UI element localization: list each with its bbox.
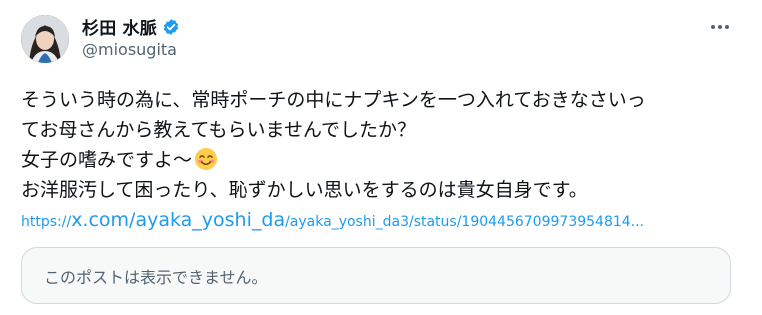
unavailable-message: このポストは表示できません。: [44, 268, 268, 287]
link-path[interactable]: /ayaka_yoshi_da3/status/1904456709973954…: [285, 214, 644, 230]
profile-photo-icon: [21, 15, 69, 63]
tweet-link[interactable]: https://x.com/ayaka_yoshi_da/ayaka_yoshi…: [21, 209, 644, 231]
tweet-line: そういう時の為に、常時ポーチの中にナプキンを一つ入れておきなさいっ: [21, 89, 646, 111]
tweet-line-text: 女子の嗜みですよ〜: [21, 149, 193, 171]
more-options-icon[interactable]: [708, 17, 732, 37]
link-domain[interactable]: x.com/ayaka_yoshi_da: [71, 209, 285, 231]
tweet-line: 女子の嗜みですよ〜: [21, 145, 741, 175]
avatar[interactable]: [21, 15, 69, 63]
quoted-post-unavailable-card: このポストは表示できません。: [21, 247, 731, 304]
author-handle[interactable]: @miosugita: [82, 40, 177, 59]
tweet-line: てお母さんから教えてもらいませんでしたか？: [21, 119, 417, 141]
verified-badge-icon[interactable]: [162, 18, 180, 36]
tweet-text: そういう時の為に、常時ポーチの中にナプキンを一つ入れておきなさいっ てお母さんか…: [21, 85, 741, 205]
link-scheme[interactable]: https://: [21, 214, 71, 230]
tweet-line: お洋服汚して困ったり、恥ずかしい思いをするのは貴女自身です。: [21, 179, 588, 201]
author-display-name[interactable]: 杉田 水脈: [82, 14, 157, 39]
author-name-row[interactable]: 杉田 水脈: [82, 14, 180, 39]
smiling-face-with-blush-icon: [194, 147, 218, 171]
